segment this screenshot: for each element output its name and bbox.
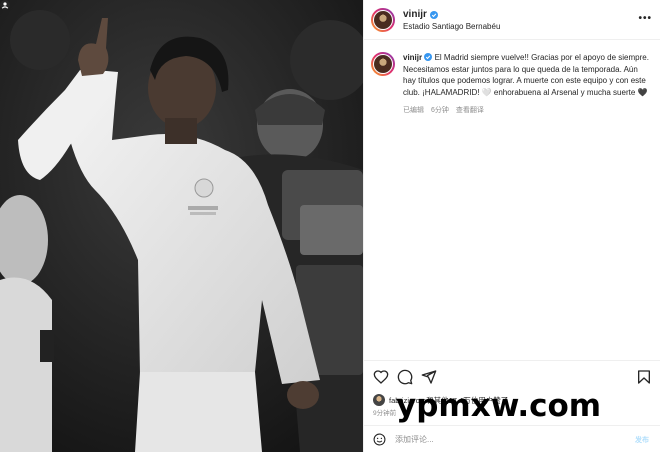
post-comment-button[interactable]: 发布 [635,435,649,445]
translate-link[interactable]: 查看翻译 [456,107,484,114]
watermark-text: ypmxw.com [396,388,602,424]
comment-composer: 添加评论... 发布 [364,425,660,452]
caption-username[interactable]: vinijr [403,53,422,62]
instagram-post: vinijr Estadio Santiago Bernabéu ••• vin… [0,0,660,452]
comment-icon[interactable] [397,369,413,385]
more-options-icon[interactable]: ••• [638,13,652,24]
edited-label: 已编辑 [403,107,424,114]
comment-input[interactable]: 添加评论... [395,434,625,445]
caption-avatar[interactable] [371,52,395,76]
post-time: 9分钟前 [373,410,397,417]
username-link[interactable]: vinijr [403,9,427,21]
caption-meta: 已编辑 6分钟 查看翻译 [403,105,651,115]
post-header: vinijr Estadio Santiago Bernabéu ••• [364,0,660,40]
caption-text: El Madrid siempre vuelve!! Gracias por e… [403,53,649,97]
location-link[interactable]: Estadio Santiago Bernabéu [403,21,500,33]
verified-badge-icon [424,53,433,61]
username-row: vinijr [403,9,438,21]
bookmark-icon[interactable] [636,369,652,385]
post-photo[interactable] [0,0,363,452]
emoji-icon[interactable] [373,433,386,446]
post-sidebar: vinijr Estadio Santiago Bernabéu ••• vin… [363,0,660,452]
heart-icon[interactable] [373,369,389,385]
post-header-text: vinijr Estadio Santiago Bernabéu [403,7,500,33]
verified-badge-icon [429,10,438,19]
caption-text-container: vinijr El Madrid siempre vuelve!! Gracia… [403,52,651,98]
time-ago: 6分钟 [431,107,449,114]
avatar[interactable] [371,7,395,32]
post-photo-image [0,0,363,452]
caption-body: vinijr El Madrid siempre vuelve!! Gracia… [403,52,651,115]
send-icon[interactable] [421,369,437,385]
caption-block: vinijr El Madrid siempre vuelve!! Gracia… [371,52,653,115]
liker-avatar [373,394,385,406]
user-tag-icon[interactable] [0,0,10,10]
